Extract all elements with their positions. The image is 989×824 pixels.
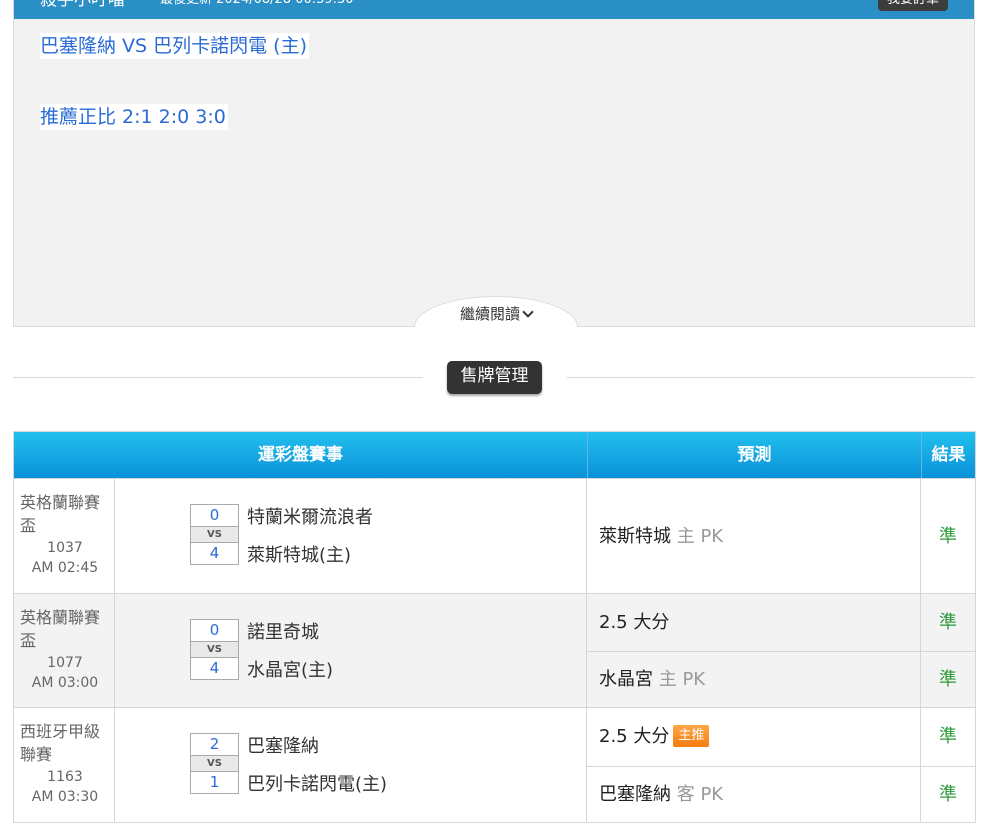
predictions-table: 運彩盤賽事 預測 結果 英格蘭聯賽盃 1037 AM 02:45 0 VS 4 …: [13, 431, 976, 823]
teams-cell: 0 VS 4 諾里奇城 水晶宮(主): [115, 594, 587, 707]
home-score: 4: [190, 657, 239, 680]
away-team[interactable]: 巴塞隆納: [247, 736, 319, 758]
prediction-detail: 主 PK: [658, 669, 706, 690]
result-cell: 準: [939, 612, 957, 633]
result-cell: 準: [939, 526, 957, 547]
article-recommended-scores: 推薦正比 2:1 2:0 3:0: [40, 104, 228, 130]
header-event: 運彩盤賽事: [258, 445, 343, 465]
home-team[interactable]: 水晶宮(主): [247, 660, 333, 682]
table-row: 英格蘭聯賽盃 1037 AM 02:45 0 VS 4 特蘭米爾流浪者 萊斯特城…: [14, 478, 975, 594]
league-name: 西班牙甲級聯賽: [20, 722, 101, 764]
order-button[interactable]: 我要訂單: [877, 0, 948, 11]
match-number: 1077: [47, 655, 83, 671]
divider-left: [13, 377, 423, 378]
away-score: 2: [190, 733, 239, 756]
league-name: 英格蘭聯賽盃: [20, 608, 101, 650]
prediction-detail: 主 PK: [676, 526, 724, 547]
result-cell: 準: [939, 784, 957, 805]
match-number: 1163: [47, 769, 83, 785]
header-prediction: 預測: [587, 432, 921, 478]
prediction-detail: 客 PK: [676, 784, 724, 805]
prediction-pick: 萊斯特城: [599, 526, 671, 547]
match-number: 1037: [47, 540, 83, 556]
main-pick-badge: 主推: [673, 725, 710, 747]
prediction-cell: 萊斯特城 主 PK: [587, 479, 921, 594]
away-team[interactable]: 特蘭米爾流浪者: [247, 507, 373, 529]
league-cell: 英格蘭聯賽盃 1077 AM 03:00: [14, 594, 115, 707]
article-panel: 殺手小叮噹 最後更新 2024/08/28 00:39:30 我要訂單 巴塞隆納…: [13, 0, 975, 327]
prediction-cell: 2.5 大分: [587, 594, 921, 651]
vs-badge: VS: [190, 527, 239, 542]
score-stack: 2 VS 1: [190, 733, 239, 794]
home-score: 4: [190, 542, 239, 565]
prediction-pick: 2.5 大分: [599, 612, 670, 633]
result-cell: 準: [939, 726, 957, 747]
home-team[interactable]: 萊斯特城(主): [247, 545, 351, 567]
read-more-label: 繼續閱讀: [459, 305, 520, 323]
last-updated: 最後更新 2024/08/28 00:39:30: [160, 0, 354, 9]
author-name[interactable]: 殺手小叮噹: [40, 0, 125, 11]
score-stack: 0 VS 4: [190, 619, 239, 680]
league-cell: 西班牙甲級聯賽 1163 AM 03:30: [14, 708, 115, 822]
prediction-cell: 水晶宮 主 PK: [587, 652, 921, 708]
prediction-cell: 巴塞隆納 客 PK: [587, 767, 921, 823]
score-stack: 0 VS 4: [190, 504, 239, 565]
league-name: 英格蘭聯賽盃: [20, 493, 101, 535]
teams-cell: 2 VS 1 巴塞隆納 巴列卡諾閃電(主): [115, 708, 587, 822]
article-matchup: 巴塞隆納 VS 巴列卡諾閃電 (主): [40, 33, 310, 59]
away-score: 0: [190, 619, 239, 642]
prediction-pick: 水晶宮: [599, 669, 653, 690]
league-cell: 英格蘭聯賽盃 1037 AM 02:45: [14, 479, 115, 593]
result-cell: 準: [939, 669, 957, 690]
article-content: 巴塞隆納 VS 巴列卡諾閃電 (主) 推薦正比 2:1 2:0 3:0: [40, 33, 310, 130]
home-score: 1: [190, 771, 239, 794]
vs-badge: VS: [190, 642, 239, 657]
home-team[interactable]: 巴列卡諾閃電(主): [247, 774, 387, 796]
chevron-down-icon: [522, 306, 534, 318]
match-time: AM 03:30: [31, 789, 99, 805]
away-team[interactable]: 諾里奇城: [247, 622, 319, 644]
table-header: 運彩盤賽事 預測 結果: [14, 432, 975, 478]
prediction-pick: 巴塞隆納: [599, 784, 671, 805]
panel-header: 殺手小叮噹 最後更新 2024/08/28 00:39:30 我要訂單: [14, 0, 974, 19]
prediction-pick: 2.5 大分: [599, 726, 670, 747]
away-score: 0: [190, 504, 239, 527]
header-result: 結果: [921, 432, 975, 478]
table-row: 英格蘭聯賽盃 1077 AM 03:00 0 VS 4 諾里奇城 水晶宮(主) …: [14, 593, 975, 708]
match-time: AM 02:45: [31, 560, 99, 576]
teams-cell: 0 VS 4 特蘭米爾流浪者 萊斯特城(主): [115, 479, 587, 593]
divider-right: [567, 377, 975, 378]
read-more-button[interactable]: 繼續閱讀: [414, 296, 578, 327]
prediction-cell: 2.5 大分 主推: [587, 708, 921, 766]
match-time: AM 03:00: [31, 675, 99, 691]
vs-badge: VS: [190, 756, 239, 771]
table-row: 西班牙甲級聯賽 1163 AM 03:30 2 VS 1 巴塞隆納 巴列卡諾閃電…: [14, 707, 975, 823]
section-title: 售牌管理: [447, 361, 542, 394]
